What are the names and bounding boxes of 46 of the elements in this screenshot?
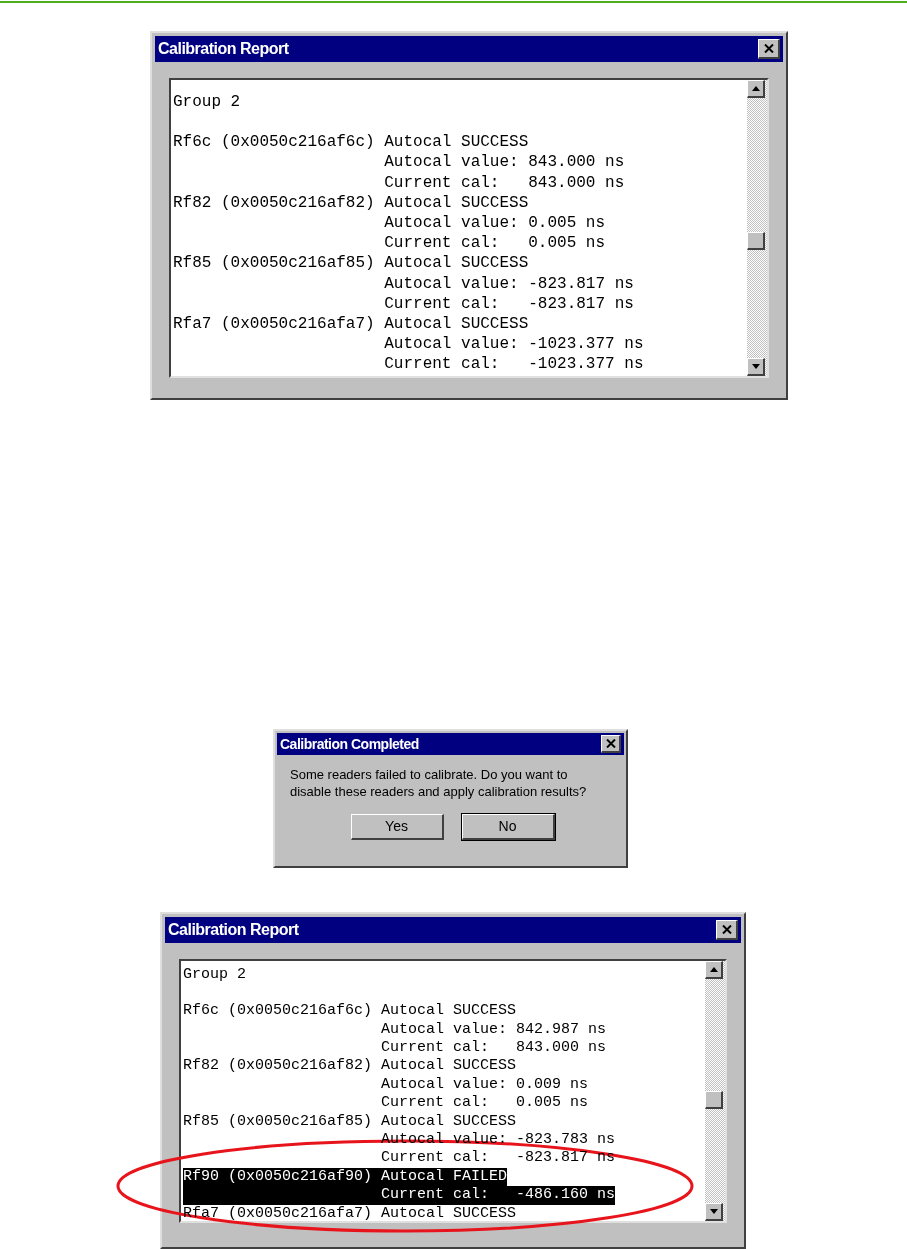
report-line: Rf82 (0x0050c216af82) Autocal SUCCESS <box>183 1057 517 1076</box>
down-triangle-icon <box>751 364 760 369</box>
report-line: Current cal: 843.000 ns <box>383 172 625 193</box>
window-title: Calibration Completed <box>280 734 419 754</box>
close-button[interactable] <box>758 39 780 59</box>
down-triangle-icon <box>709 1208 718 1214</box>
scroll-down-button[interactable] <box>705 1202 723 1221</box>
report-line: Rf82 (0x0050c216af82) Autocal SUCCESS <box>173 192 529 213</box>
up-triangle-icon <box>709 966 718 972</box>
report-line: Rfa7 (0x0050c216afa7) Autocal SUCCESS <box>173 314 529 335</box>
report-line: Autocal value: -1023.377 ns <box>383 334 644 355</box>
group-heading: Group 2 <box>173 92 241 113</box>
report-line: Autocal value: -823.817 ns <box>383 273 634 294</box>
scroll-thumb[interactable] <box>747 232 765 250</box>
report-line: Current cal: 843.000 ns <box>380 1039 607 1058</box>
window-title: Calibration Report <box>168 919 299 940</box>
report-line: Current cal: 0.005 ns <box>380 1094 589 1113</box>
report-line: Current cal: -1023.377 ns <box>383 354 644 375</box>
report-line: Autocal value: 0.005 ns <box>383 213 606 234</box>
report-line: Rf6c (0x0050c216af6c) Autocal SUCCESS <box>173 132 529 153</box>
report-line: Autocal value: 843.000 ns <box>383 152 625 173</box>
report-line: Rf85 (0x0050c216af85) Autocal SUCCESS <box>183 1112 517 1132</box>
scroll-thumb[interactable] <box>705 1090 723 1109</box>
close-icon <box>605 739 616 749</box>
scroll-down-button[interactable] <box>747 358 765 376</box>
report-line: Autocal value: 0.009 ns <box>380 1075 589 1095</box>
up-triangle-icon <box>751 86 760 91</box>
close-button[interactable] <box>716 919 738 940</box>
report-line: Current cal: -823.817 ns <box>383 293 634 315</box>
scroll-up-button[interactable] <box>705 960 723 979</box>
scroll-up-button[interactable] <box>747 80 765 98</box>
scrollbar[interactable] <box>705 960 725 1221</box>
report-line: Rf6c (0x0050c216af6c) Autocal SUCCESS <box>183 1002 517 1021</box>
dialog-button[interactable]: Yes <box>350 814 444 841</box>
scrollbar[interactable] <box>747 80 767 376</box>
close-icon <box>763 44 774 53</box>
group-heading: Group 2 <box>183 965 246 985</box>
dialog-message: Some readers failed to calibrate. Do you want to disable these readers and apply calibration results? <box>289 766 588 801</box>
report-line: Current cal: 0.005 ns <box>383 233 606 254</box>
dialog-button[interactable]: No <box>461 814 555 841</box>
report-line: Rfa7 (0x0050c216afa7) Autocal SUCCESS <box>183 1204 517 1221</box>
report-line: Rf85 (0x0050c216af85) Autocal SUCCESS <box>173 253 529 274</box>
report-line: Autocal value: 842.987 ns <box>380 1020 607 1040</box>
window-title: Calibration Report <box>158 39 289 59</box>
close-icon <box>721 924 732 934</box>
close-button[interactable] <box>601 735 621 754</box>
